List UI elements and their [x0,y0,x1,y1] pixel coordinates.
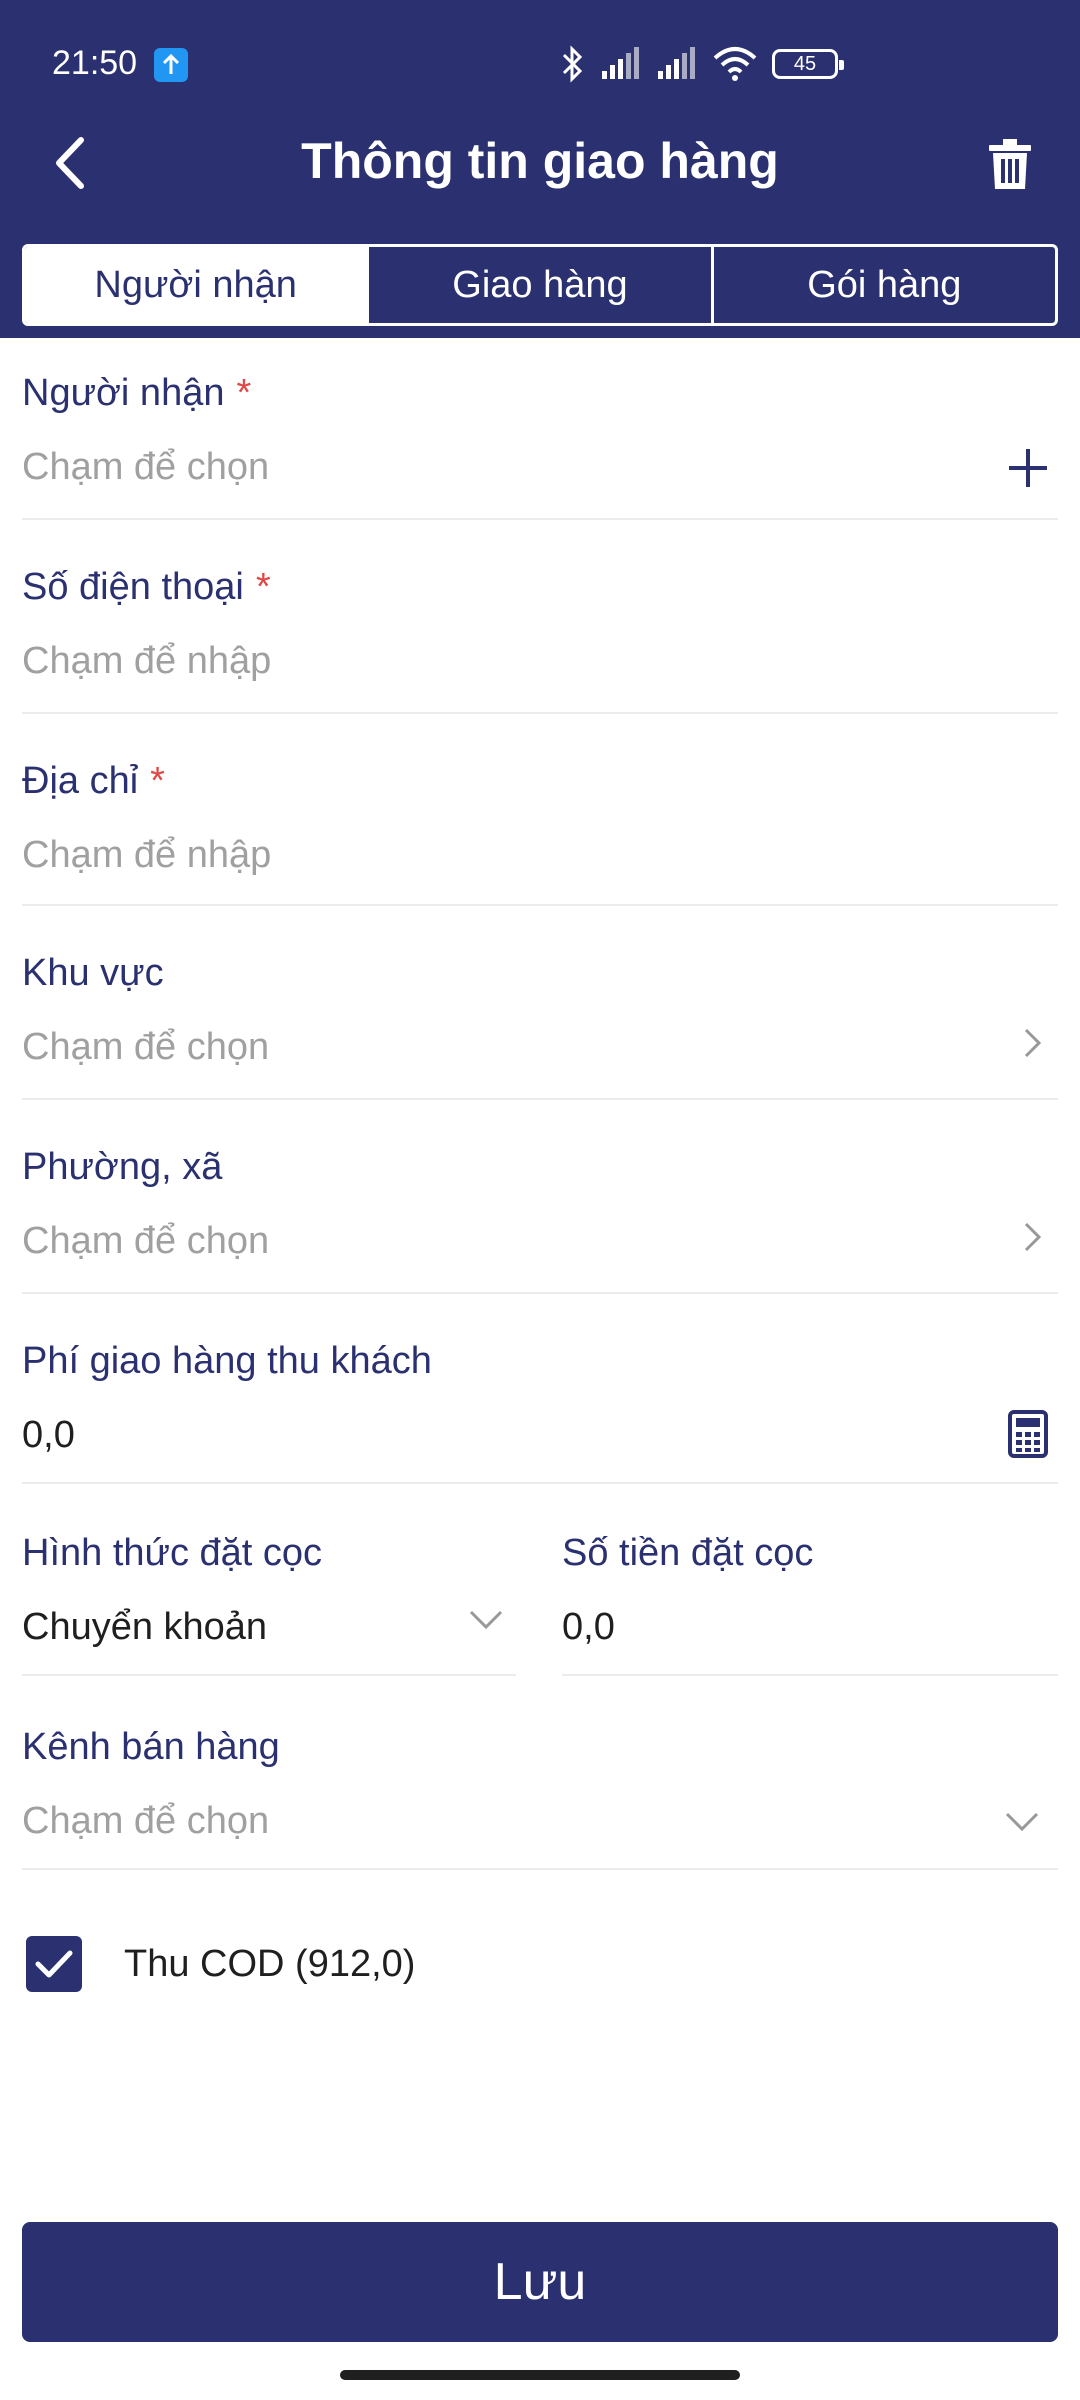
deposit-method-field[interactable]: Hình thức đặt cọc Chuyển khoản [22,1528,516,1676]
required-marker: * [255,566,271,608]
cod-checkbox[interactable] [26,1936,82,1992]
upload-notification-icon [154,48,188,82]
battery-indicator: 45 [772,49,844,79]
save-button[interactable]: Lưu [22,2222,1058,2342]
deposit-method-label: Hình thức đặt cọc [22,1532,323,1574]
chevron-left-icon [56,137,84,189]
recipient-field[interactable]: Người nhận * Chạm để chọn [22,368,1058,520]
address-field[interactable]: Địa chỉ * Chạm để nhập [22,754,1058,906]
tab-bar: Người nhận Giao hàng Gói hàng [22,244,1058,326]
sales-channel-label: Kênh bán hàng [22,1726,280,1768]
bluetooth-icon [562,45,583,83]
tab-package[interactable]: Gói hàng [710,247,1055,323]
deposit-method-value: Chuyển khoản [22,1606,268,1648]
address-placeholder: Chạm để nhập [22,834,272,876]
tab-recipient[interactable]: Người nhận [25,247,367,323]
recipient-placeholder: Chạm để chọn [22,446,270,488]
chevron-right-icon [1008,1212,1058,1262]
signal-icon [602,47,639,79]
status-icons: 45 [560,44,844,84]
calculator-icon [1008,1410,1048,1458]
calculator-button[interactable] [998,1404,1058,1464]
recipient-label: Người nhận * [22,372,252,414]
ward-placeholder: Chạm để chọn [22,1220,270,1262]
shipping-fee-label: Phí giao hàng thu khách [22,1340,432,1382]
checkmark-icon [35,1950,73,1978]
deposit-amount-value: 0,0 [562,1606,615,1648]
plus-icon [1009,449,1047,487]
ward-field[interactable]: Phường, xã Chạm để chọn [22,1142,1058,1294]
shipping-fee-value: 0,0 [22,1414,75,1456]
chevron-down-icon [464,1600,508,1640]
sales-channel-placeholder: Chạm để chọn [22,1800,270,1842]
address-label: Địa chỉ * [22,760,165,802]
status-time: 21:50 [52,44,138,82]
status-bar: 21:50 45 [0,0,1080,130]
back-button[interactable] [40,128,100,198]
chevron-down-icon [1000,1802,1044,1842]
cod-label: Thu COD (912,0) [124,1942,416,1985]
deposit-amount-label: Số tiền đặt cọc [562,1532,814,1574]
app-header: 21:50 45 Thông tin giao hàng Người nhận … [0,0,1080,338]
required-marker: * [236,372,252,414]
delete-button[interactable] [980,130,1040,200]
phone-label: Số điện thoại * [22,566,271,608]
phone-placeholder: Chạm để nhập [22,640,272,682]
wifi-icon [713,47,757,81]
chevron-right-icon [1008,1018,1058,1068]
home-indicator[interactable] [340,2370,740,2380]
tab-delivery[interactable]: Giao hàng [366,247,710,323]
area-field[interactable]: Khu vực Chạm để chọn [22,948,1058,1100]
deposit-amount-field[interactable]: Số tiền đặt cọc 0,0 [562,1528,1058,1676]
area-placeholder: Chạm để chọn [22,1026,270,1068]
shipping-fee-field[interactable]: Phí giao hàng thu khách 0,0 [22,1336,1058,1484]
required-marker: * [150,760,165,802]
phone-field[interactable]: Số điện thoại * Chạm để nhập [22,562,1058,714]
signal-icon-2 [658,47,695,79]
area-label: Khu vực [22,952,164,994]
cod-checkbox-row[interactable]: Thu COD (912,0) [26,1934,415,1994]
add-recipient-button[interactable] [998,440,1058,496]
ward-label: Phường, xã [22,1146,223,1188]
trash-icon [989,139,1031,189]
sales-channel-field[interactable]: Kênh bán hàng Chạm để chọn [22,1722,1058,1870]
page-title: Thông tin giao hàng [301,133,779,189]
